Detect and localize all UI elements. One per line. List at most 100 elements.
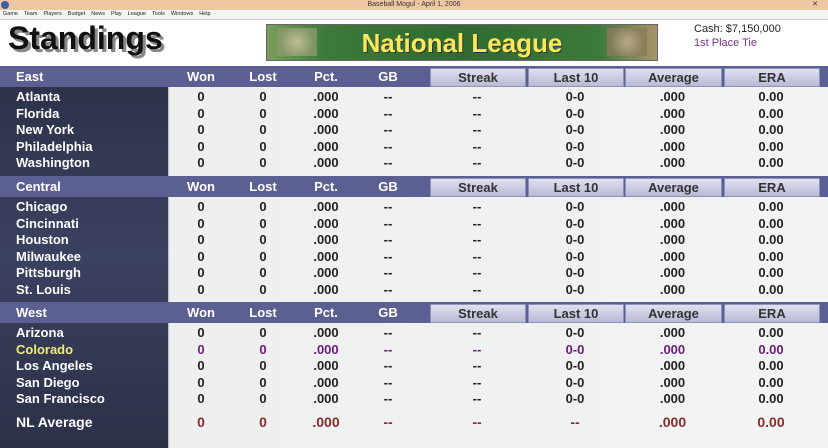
team-name[interactable]: Florida	[16, 106, 59, 123]
team-last10: 0-0	[565, 215, 585, 231]
menu-game[interactable]: Game	[3, 11, 18, 17]
page-title: Standings	[8, 20, 163, 56]
menu-team[interactable]: Team	[24, 11, 37, 17]
column-header-streak[interactable]: Streak	[430, 68, 526, 87]
team-name[interactable]: Houston	[16, 232, 69, 249]
league-average-row: NL Average 0 0 .000 -- -- -- .000 0.00	[0, 414, 828, 432]
team-gb: --	[383, 138, 393, 154]
team-won: 0	[197, 199, 205, 214]
column-header-era[interactable]: ERA	[724, 304, 820, 323]
team-name[interactable]: Milwaukee	[16, 249, 81, 266]
team-streak: --	[472, 265, 482, 280]
table-row[interactable]: Colorado 0 0 .000 -- -- 0-0 .000 0.00	[0, 342, 828, 359]
average-gb: --	[383, 414, 393, 430]
column-header-era[interactable]: ERA	[724, 178, 820, 197]
team-won: 0	[197, 265, 205, 280]
team-name[interactable]: Cincinnati	[16, 216, 79, 233]
team-name[interactable]: Atlanta	[16, 89, 60, 106]
app-icon	[1, 1, 9, 9]
team-avg: .000	[659, 89, 686, 104]
team-won: 0	[197, 215, 205, 231]
team-streak: --	[472, 105, 482, 121]
column-header-era[interactable]: ERA	[724, 68, 820, 87]
team-name[interactable]: New York	[16, 122, 74, 139]
team-name[interactable]: Los Angeles	[16, 358, 93, 375]
table-row[interactable]: Washington 0 0 .000 -- -- 0-0 .000 0.00	[0, 155, 828, 172]
team-gb: --	[383, 215, 393, 231]
table-row[interactable]: San Francisco 0 0 .000 -- -- 0-0 .000 0.00	[0, 391, 828, 408]
division-name: Central	[16, 179, 61, 194]
team-lost: 0	[259, 105, 267, 121]
team-name[interactable]: Washington	[16, 155, 90, 172]
team-gb: --	[383, 325, 393, 340]
column-header-last10[interactable]: Last 10	[528, 178, 624, 197]
menu-budget[interactable]: Budget	[68, 11, 85, 17]
column-header-gb: GB	[378, 69, 398, 84]
column-header-streak[interactable]: Streak	[430, 304, 526, 323]
menu-play[interactable]: Play	[111, 11, 122, 17]
division-header-west: West Won Lost Pct. GB Streak Last 10 Average ERA	[0, 302, 828, 323]
column-header-average[interactable]: Average	[625, 178, 722, 197]
table-row[interactable]: Chicago 0 0 .000 -- -- 0-0 .000 0.00	[0, 199, 828, 216]
menu-players[interactable]: Players	[43, 11, 61, 17]
team-name[interactable]: Arizona	[16, 325, 64, 342]
team-era: 0.00	[758, 358, 784, 373]
team-era: 0.00	[758, 89, 784, 104]
team-name[interactable]: Philadelphia	[16, 139, 93, 156]
menu-league[interactable]: League	[128, 11, 146, 17]
table-row[interactable]: Philadelphia 0 0 .000 -- -- 0-0 .000 0.00	[0, 139, 828, 156]
team-gb: --	[383, 391, 393, 406]
table-row[interactable]: Florida 0 0 .000 -- -- 0-0 .000 0.00	[0, 106, 828, 123]
team-gb: --	[383, 232, 393, 247]
column-header-last10[interactable]: Last 10	[528, 68, 624, 87]
team-lost: 0	[259, 89, 267, 104]
column-header-average[interactable]: Average	[625, 68, 722, 87]
team-avg: .000	[659, 122, 686, 137]
column-header-lost: Lost	[249, 305, 277, 320]
table-row[interactable]: Pittsburgh 0 0 .000 -- -- 0-0 .000 0.00	[0, 265, 828, 282]
column-header-streak[interactable]: Streak	[430, 178, 526, 197]
column-header-pct: Pct.	[314, 179, 338, 194]
team-pct: .000	[313, 89, 339, 104]
table-row[interactable]: Cincinnati 0 0 .000 -- -- 0-0 .000 0.00	[0, 216, 828, 233]
team-lost: 0	[259, 325, 267, 340]
team-avg: .000	[659, 358, 686, 373]
table-row[interactable]: New York 0 0 .000 -- -- 0-0 .000 0.00	[0, 122, 828, 139]
menu-windows[interactable]: Windows	[171, 11, 193, 17]
table-row[interactable]: Milwaukee 0 0 .000 -- -- 0-0 .000 0.00	[0, 249, 828, 266]
team-name[interactable]: St. Louis	[16, 282, 71, 299]
column-header-lost: Lost	[249, 179, 277, 194]
column-header-won: Won	[187, 305, 215, 320]
team-era: 0.00	[758, 265, 784, 280]
team-won: 0	[197, 325, 205, 340]
team-name[interactable]: Chicago	[16, 199, 67, 216]
team-avg: .000	[659, 281, 686, 297]
team-name[interactable]: San Diego	[16, 375, 80, 392]
table-row[interactable]: Los Angeles 0 0 .000 -- -- 0-0 .000 0.00	[0, 358, 828, 375]
column-header-last10[interactable]: Last 10	[528, 304, 624, 323]
menu-help[interactable]: Help	[199, 11, 210, 17]
team-lost: 0	[259, 265, 267, 280]
team-era: 0.00	[758, 122, 784, 137]
table-row[interactable]: San Diego 0 0 .000 -- -- 0-0 .000 0.00	[0, 375, 828, 392]
menu-tools[interactable]: Tools	[152, 11, 165, 17]
team-name[interactable]: Colorado	[16, 342, 73, 359]
team-streak: --	[472, 325, 482, 340]
team-won: 0	[197, 341, 205, 357]
team-last10: 0-0	[565, 341, 585, 357]
team-streak: --	[472, 199, 482, 214]
column-header-won: Won	[187, 179, 215, 194]
team-name[interactable]: San Francisco	[16, 391, 105, 408]
window-controls[interactable]: ✕	[812, 0, 824, 10]
team-won: 0	[197, 232, 205, 247]
table-row[interactable]: Arizona 0 0 .000 -- -- 0-0 .000 0.00	[0, 325, 828, 342]
column-header-won: Won	[187, 69, 215, 84]
table-row[interactable]: Houston 0 0 .000 -- -- 0-0 .000 0.00	[0, 232, 828, 249]
table-row[interactable]: St. Louis 0 0 .000 -- -- 0-0 .000 0.00	[0, 282, 828, 299]
team-lost: 0	[259, 215, 267, 231]
menu-news[interactable]: News	[91, 11, 105, 17]
column-header-average[interactable]: Average	[625, 304, 722, 323]
team-streak: --	[472, 341, 482, 357]
table-row[interactable]: Atlanta 0 0 .000 -- -- 0-0 .000 0.00	[0, 89, 828, 106]
team-name[interactable]: Pittsburgh	[16, 265, 81, 282]
